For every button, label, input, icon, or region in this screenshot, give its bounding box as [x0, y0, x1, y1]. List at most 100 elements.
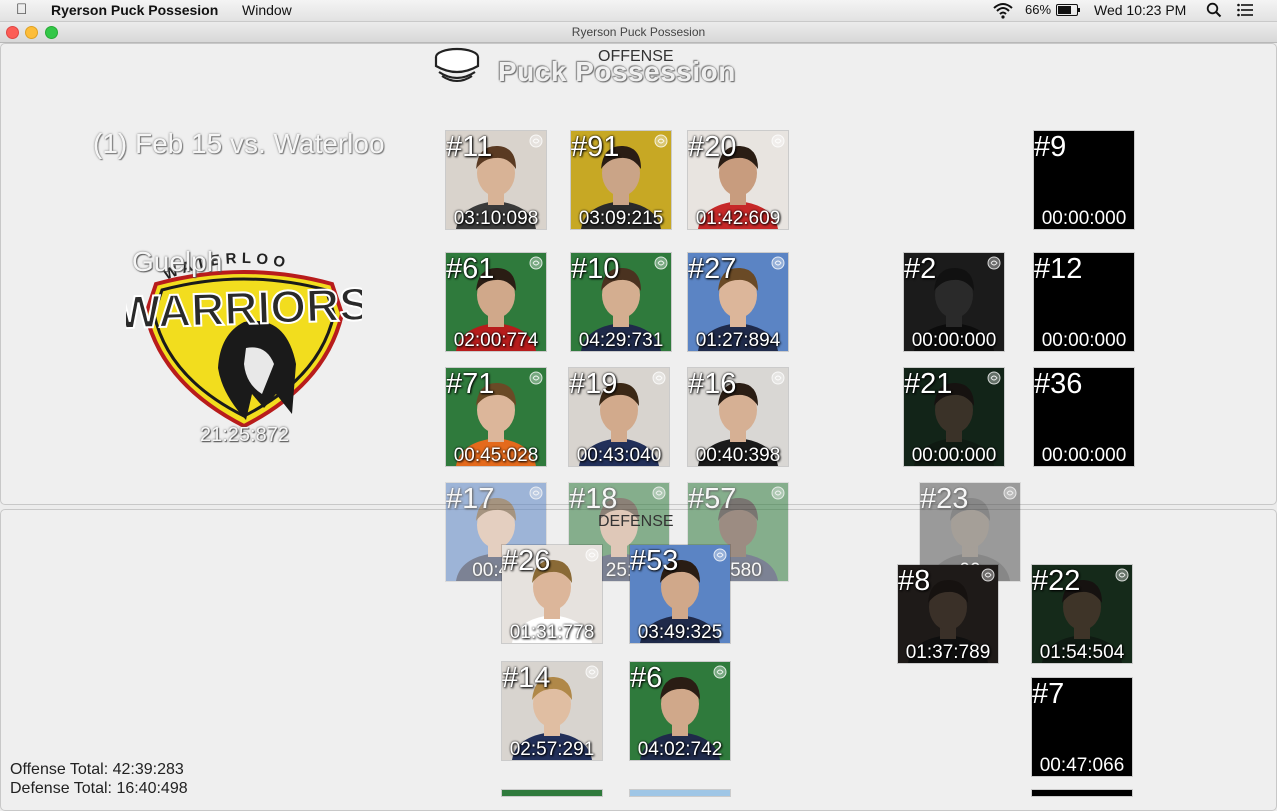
player-number: #26	[502, 545, 551, 577]
player-tile[interactable]: #36 00:00:000	[1034, 368, 1134, 466]
player-number: #22	[1032, 565, 1081, 597]
player-number: #8	[898, 565, 931, 597]
player-number: #20	[688, 131, 737, 163]
player-tile[interactable]: #12 00:00:000	[1034, 253, 1134, 351]
player-tile[interactable]: #11 03:10:098	[446, 131, 546, 229]
player-number: #21	[904, 368, 953, 400]
player-tile[interactable]: #20 01:42:609	[688, 131, 788, 229]
player-possession-time: 03:10:098	[453, 208, 539, 229]
player-number: #10	[571, 253, 620, 285]
player-tile[interactable]: #61 02:00:774	[446, 253, 546, 351]
player-number: #7	[1032, 678, 1065, 710]
player-tile[interactable]: #19 00:43:040	[569, 368, 669, 466]
position-badge-icon	[987, 256, 1001, 270]
offense-total: Offense Total: 42:39:283	[10, 761, 184, 778]
position-badge-icon	[585, 548, 599, 562]
player-number: #57	[688, 483, 737, 515]
menu-bar:  Ryerson Puck Possesion Window 66% Wed …	[0, 0, 1277, 22]
player-possession-time: 00:45:028	[453, 445, 539, 466]
svg-text:WARRIORS: WARRIORS	[126, 278, 362, 339]
player-possession-time: 01:27:894	[695, 330, 781, 351]
player-number: #23	[920, 483, 969, 515]
player-possession-time: 00:00:000	[911, 445, 997, 466]
player-possession-time: 00:00:000	[1041, 445, 1127, 466]
player-tile[interactable]: #14 02:57:291	[502, 662, 602, 760]
position-badge-icon	[529, 256, 543, 270]
player-number: #2	[904, 253, 937, 285]
player-number: #6	[630, 662, 663, 694]
page-title: Puck Possession	[498, 56, 736, 87]
player-number: #14	[502, 662, 551, 694]
app-menu[interactable]: Ryerson Puck Possesion	[51, 1, 218, 19]
player-tile[interactable]: #53 03:49:325	[630, 545, 730, 643]
defense-label: DEFENSE	[598, 513, 674, 530]
position-badge-icon	[529, 371, 543, 385]
player-possession-time: 00:40:398	[695, 445, 781, 466]
player-tile[interactable]: #16 00:40:398	[688, 368, 788, 466]
player-tile[interactable]: #2 00:00:000	[904, 253, 1004, 351]
player-number: #17	[446, 483, 495, 515]
player-tile[interactable]: #10 04:29:731	[571, 253, 671, 351]
player-number: #9	[1034, 131, 1067, 163]
player-number: #71	[446, 368, 495, 400]
player-tile[interactable]: #26 01:31:778	[502, 545, 602, 643]
position-badge-icon	[585, 665, 599, 679]
player-possession-time: 01:31:778	[509, 622, 595, 643]
game-total-time: 21:25:872	[200, 424, 289, 446]
position-badge-icon	[713, 665, 727, 679]
opponent-label: Guelph	[132, 246, 223, 277]
player-tile[interactable]: #91 03:09:215	[571, 131, 671, 229]
player-number: #18	[569, 483, 618, 515]
position-badge-icon	[529, 134, 543, 148]
window-menu[interactable]: Window	[242, 1, 292, 19]
apple-menu-icon[interactable]: 	[16, 0, 27, 20]
player-possession-time: 00:00:000	[1041, 208, 1127, 229]
position-badge-icon	[771, 486, 785, 500]
player-tile-partial[interactable]	[1032, 790, 1132, 796]
player-number: #11	[446, 131, 493, 163]
player-tile[interactable]: #8 01:37:789	[898, 565, 998, 663]
spotlight-search-icon[interactable]	[1206, 2, 1222, 18]
player-possession-time: 04:02:742	[637, 739, 723, 760]
player-number: #36	[1034, 368, 1083, 400]
player-possession-time: 00:43:040	[576, 445, 662, 466]
position-badge-icon	[771, 134, 785, 148]
defense-total: Defense Total: 16:40:498	[10, 780, 188, 797]
player-possession-time: 01:37:789	[905, 642, 991, 663]
player-tile[interactable]: #71 00:45:028	[446, 368, 546, 466]
puck-icon	[434, 47, 480, 82]
player-tile-partial[interactable]	[630, 790, 730, 796]
player-number: #91	[571, 131, 620, 163]
player-tile[interactable]: #27 01:27:894	[688, 253, 788, 351]
player-tile-partial[interactable]	[502, 790, 602, 796]
window-titlebar[interactable]: Ryerson Puck Possesion	[0, 22, 1277, 43]
position-badge-icon	[1115, 568, 1129, 582]
wifi-icon[interactable]	[992, 1, 1014, 19]
position-badge-icon	[654, 134, 668, 148]
player-tile[interactable]: #7 00:47:066	[1032, 678, 1132, 776]
player-possession-time: 02:00:774	[453, 330, 539, 351]
clock[interactable]: Wed 10:23 PM	[1094, 1, 1186, 19]
position-badge-icon	[1003, 486, 1017, 500]
player-tile[interactable]: #9 00:00:000	[1034, 131, 1134, 229]
game-label[interactable]: (1) Feb 15 vs. Waterloo	[93, 128, 385, 160]
player-number: #61	[446, 253, 495, 285]
player-number: #27	[688, 253, 737, 285]
player-number: #16	[688, 368, 737, 400]
totals: Offense Total: 42:39:283 Defense Total: …	[10, 760, 188, 798]
player-tile[interactable]: #21 00:00:000	[904, 368, 1004, 466]
position-badge-icon	[771, 371, 785, 385]
position-badge-icon	[771, 256, 785, 270]
player-number: #19	[569, 368, 618, 400]
position-badge-icon	[654, 256, 668, 270]
player-tile[interactable]: #22 01:54:504	[1032, 565, 1132, 663]
position-badge-icon	[981, 568, 995, 582]
player-tile[interactable]: #6 04:02:742	[630, 662, 730, 760]
notification-center-icon[interactable]	[1237, 3, 1253, 17]
battery-icon[interactable]	[1056, 4, 1080, 16]
player-possession-time: 03:09:215	[578, 208, 664, 229]
window-title: Ryerson Puck Possesion	[571, 25, 706, 39]
player-possession-time: 00:47:066	[1039, 755, 1125, 776]
player-possession-time: 01:42:609	[695, 208, 781, 229]
battery-percent: 66%	[1025, 2, 1052, 17]
